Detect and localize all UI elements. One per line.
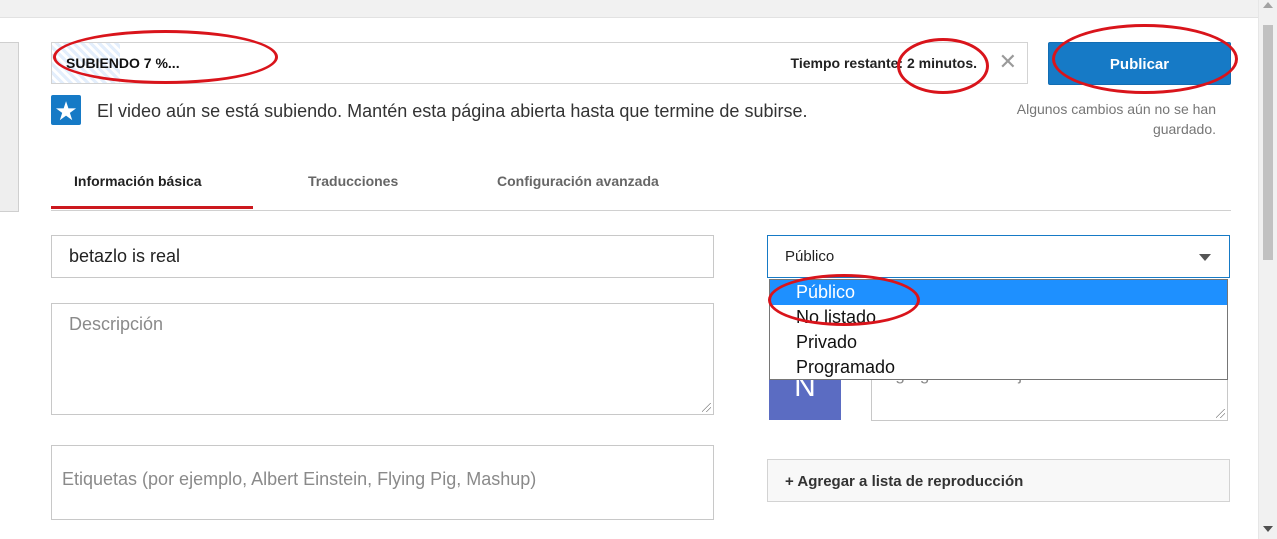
privacy-selected-value: Público (785, 248, 835, 265)
add-to-playlist-button[interactable]: + Agregar a lista de reproducción (767, 459, 1230, 502)
resize-grip-icon[interactable] (1216, 409, 1225, 418)
close-icon[interactable]: ✕ (999, 51, 1017, 73)
privacy-option-public[interactable]: Público (770, 280, 1227, 305)
top-bar (0, 0, 1258, 18)
thumbnail-strip (0, 42, 19, 212)
upload-progress-bar: SUBIENDO 7 %... Tiempo restante: 2 minut… (51, 42, 1028, 84)
resize-grip-icon[interactable] (702, 403, 711, 412)
tab-bar: Información básica Traducciones Configur… (51, 170, 1231, 211)
privacy-option-unlisted[interactable]: No listado (770, 305, 1227, 330)
privacy-dropdown-list[interactable]: Público No listado Privado Programado (769, 279, 1228, 380)
title-input[interactable]: betazlo is real (51, 235, 714, 278)
chevron-down-icon[interactable] (1199, 254, 1211, 261)
privacy-option-scheduled[interactable]: Programado (770, 355, 1227, 380)
tab-translations[interactable]: Traducciones (308, 173, 398, 189)
privacy-select[interactable]: Público (767, 235, 1230, 278)
vertical-scrollbar[interactable] (1258, 0, 1277, 539)
privacy-option-private[interactable]: Privado (770, 330, 1227, 355)
tab-advanced-settings[interactable]: Configuración avanzada (497, 173, 659, 189)
description-placeholder: Descripción (69, 314, 164, 334)
tab-basic-info[interactable]: Información básica (74, 173, 202, 189)
time-remaining-label: Tiempo restante: 2 minutos. (790, 55, 977, 71)
scroll-thumb[interactable] (1263, 25, 1273, 260)
upload-status-text: SUBIENDO 7 %... (66, 55, 180, 71)
star-icon: ★ (51, 95, 81, 126)
scroll-down-arrow-icon[interactable] (1263, 526, 1273, 532)
active-tab-indicator (51, 206, 253, 209)
publish-button[interactable]: Publicar (1048, 42, 1231, 85)
tags-input[interactable]: Etiquetas (por ejemplo, Albert Einstein,… (51, 445, 714, 520)
upload-notice-text: El video aún se está subiendo. Mantén es… (97, 101, 808, 121)
unsaved-changes-note: Algunos cambios aún no se han guardado. (1016, 101, 1216, 137)
scroll-up-arrow-icon[interactable] (1263, 2, 1273, 8)
description-textarea[interactable]: Descripción (51, 303, 714, 415)
